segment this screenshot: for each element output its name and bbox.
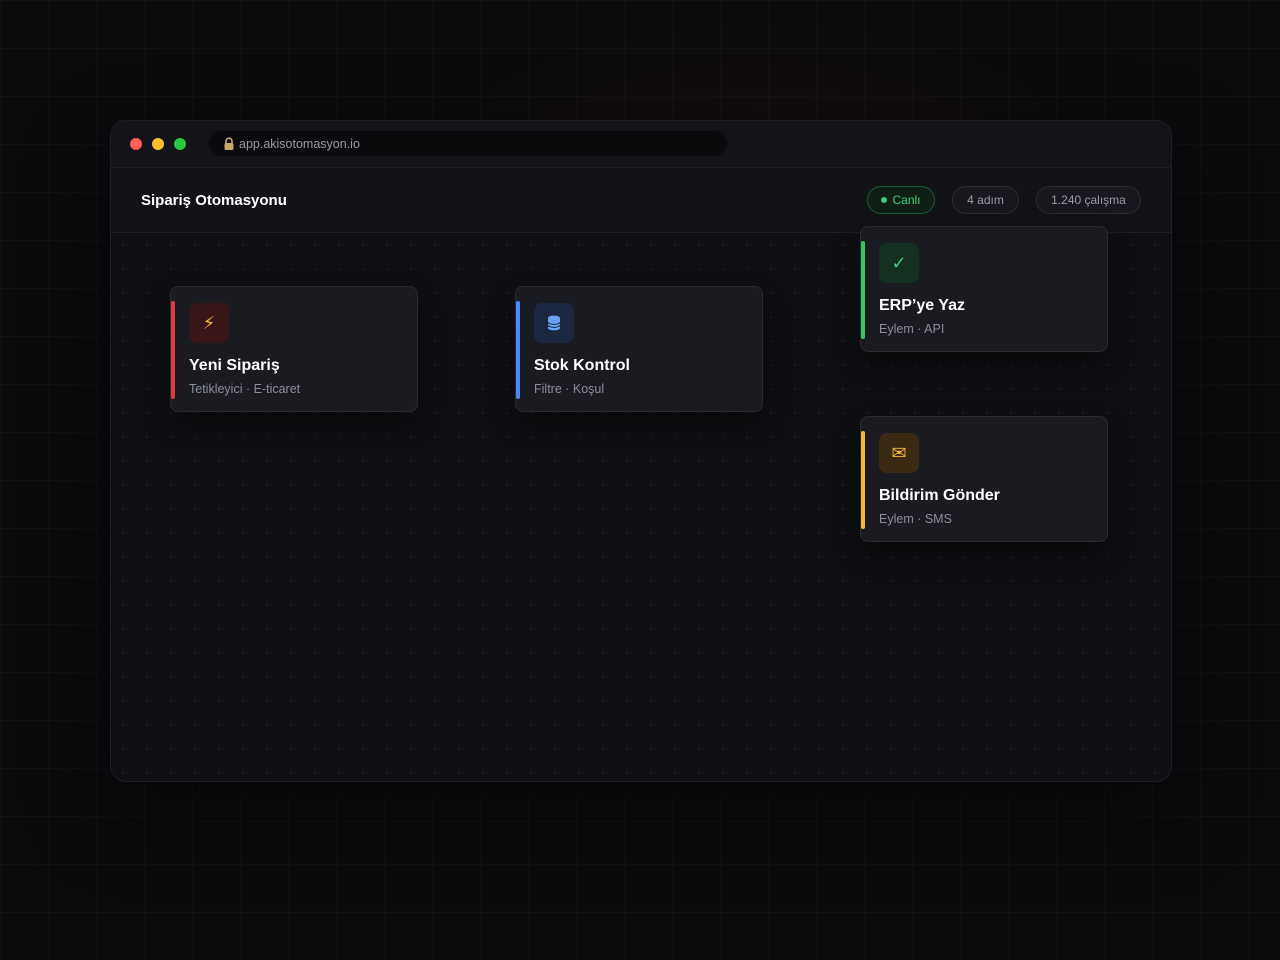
node-accent-bar <box>171 301 175 399</box>
check-icon: ✓ <box>879 243 919 283</box>
status-badge: Canlı <box>867 186 935 214</box>
node-accent-bar <box>516 301 520 399</box>
minimize-window-button[interactable] <box>152 138 164 150</box>
node-subtitle: Tetikleyici · E-ticaret <box>189 382 301 396</box>
status-label: Canlı <box>892 193 921 207</box>
node-title: Bildirim Gönder <box>879 487 1000 504</box>
lock-icon <box>223 136 235 151</box>
node-action-erp-yaz[interactable]: ✓ ERP’ye Yaz Eylem · API <box>860 226 1108 352</box>
steps-badge: 4 adım <box>952 186 1019 214</box>
live-dot-icon <box>881 197 888 203</box>
url-text: app.akisotomasyon.io <box>239 136 360 151</box>
node-title: ERP’ye Yaz <box>879 297 965 314</box>
node-subtitle: Eylem · API <box>879 322 945 336</box>
node-action-bildirim-gonder[interactable]: ✉ Bildirim Gönder Eylem · SMS <box>860 416 1108 542</box>
node-title: Stok Kontrol <box>534 357 630 374</box>
lightning-icon: ⚡ <box>189 303 229 343</box>
close-window-button[interactable] <box>130 138 142 150</box>
node-trigger-yeni-siparis[interactable]: ⚡ Yeni Sipariş Tetikleyici · E-ticaret <box>170 286 418 412</box>
database-icon <box>534 303 574 343</box>
runs-badge: 1.240 çalışma <box>1036 186 1141 214</box>
node-accent-bar <box>861 241 865 339</box>
maximize-window-button[interactable] <box>174 138 186 150</box>
node-subtitle: Filtre · Koşul <box>534 382 605 396</box>
mail-icon: ✉ <box>879 433 919 473</box>
page-header: Sipariş Otomasyonu Canlı 4 adım 1.240 ça… <box>111 168 1171 233</box>
browser-titlebar: app.akisotomasyon.io <box>111 121 1171 168</box>
node-title: Yeni Sipariş <box>189 357 280 374</box>
node-filter-stok-kontrol[interactable]: Stok Kontrol Filtre · Koşul <box>515 286 763 412</box>
node-accent-bar <box>861 431 865 529</box>
url-bar[interactable]: app.akisotomasyon.io <box>209 131 727 156</box>
page-title: Sipariş Otomasyonu <box>141 192 287 209</box>
node-subtitle: Eylem · SMS <box>879 512 952 526</box>
